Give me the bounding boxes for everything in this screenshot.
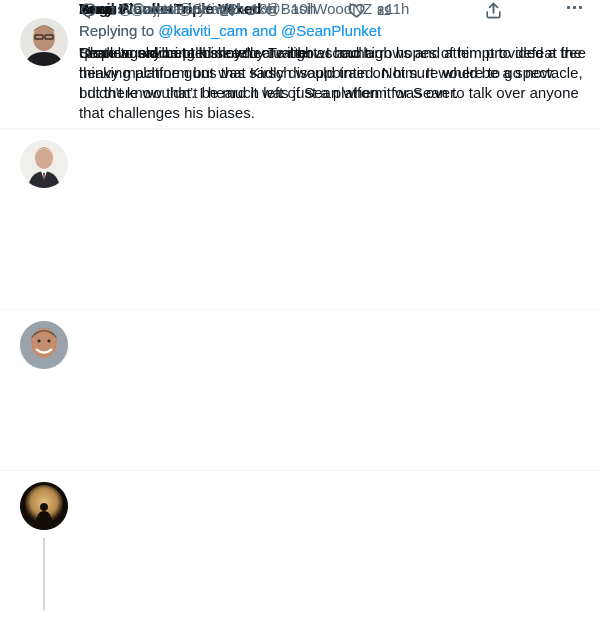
reply-button[interactable]: 1 [79,0,116,20]
mention-link[interactable]: @kaiviti_cam [158,23,247,40]
heart-icon [348,3,365,18]
replying-prefix: Replying to [79,23,155,40]
tweet[interactable] [0,129,601,310]
avatar[interactable] [20,482,68,530]
replying-to: Replying to @kaiviti_cam and @SeanPlunke… [79,21,588,43]
retweet-count: 2 [247,2,255,18]
retweet-icon [217,4,236,16]
retweet-button[interactable]: 2 [217,0,254,20]
like-count: 29 [377,2,392,18]
tweet[interactable] [0,310,601,471]
avatar[interactable] [20,321,68,369]
reply-icon [81,2,97,18]
share-icon [486,2,501,18]
avatar[interactable] [20,140,68,188]
tweet-text: I hate to say but I think you are right.… [79,45,591,82]
share-button[interactable] [484,0,503,20]
thread-line [43,538,45,611]
reply-count: 1 [109,2,117,18]
mention-joiner: and [251,23,277,40]
mention-link[interactable]: @SeanPlunket [281,23,381,40]
avatar[interactable] [20,18,68,66]
reply-feed: Sean Plunket @SeanPlunket · 10h Replying… [0,0,608,625]
more-icon[interactable] [567,0,583,16]
like-button[interactable]: 29 [347,0,391,20]
tweet-actions: 1 2 29 [79,0,509,20]
tweet[interactable] [0,471,601,625]
